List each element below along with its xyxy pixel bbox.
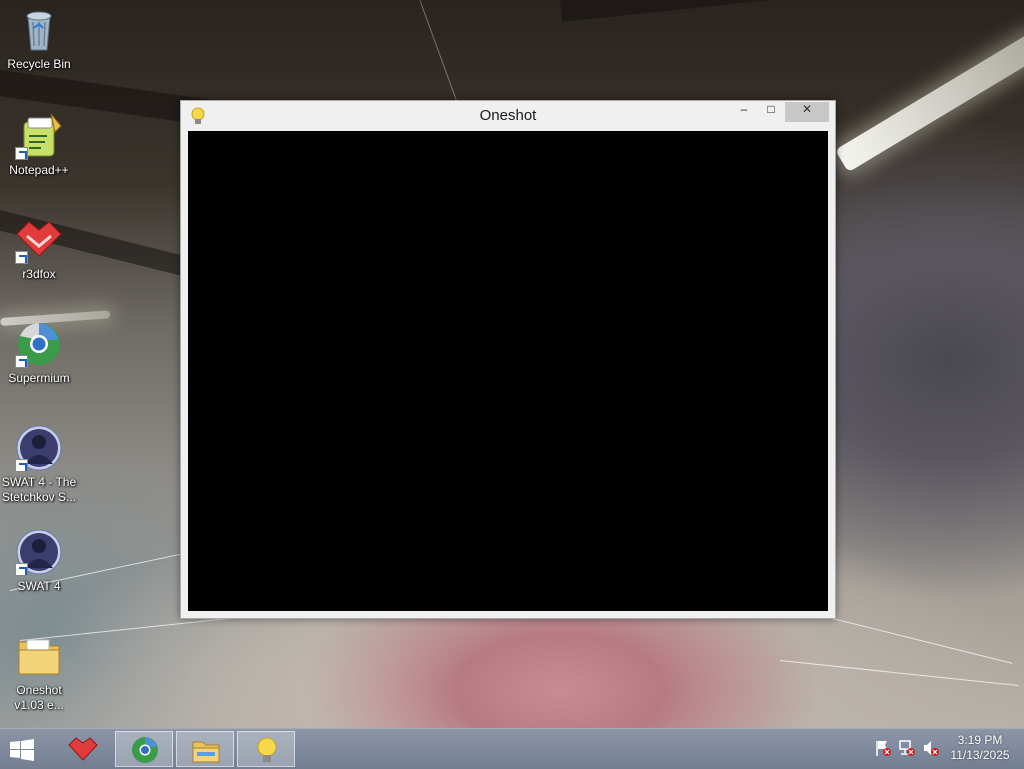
- recycle-bin-icon: [15, 6, 63, 54]
- folder-icon: [15, 632, 63, 680]
- desktop-icon-recycle-bin[interactable]: Recycle Bin: [0, 6, 78, 72]
- shortcut-arrow-icon: [15, 563, 28, 576]
- desktop-icon-supermium[interactable]: Supermium: [0, 320, 78, 386]
- network-icon[interactable]: [898, 739, 916, 757]
- supermium-icon: [130, 736, 160, 764]
- clock-time: 3:19 PM: [957, 733, 1003, 747]
- desktop-icon-label: SWAT 4: [17, 579, 61, 593]
- action-center-flag-icon[interactable]: [874, 739, 892, 757]
- supermium-icon: [15, 320, 63, 368]
- r3dfox-icon: [68, 735, 98, 763]
- lightbulb-icon: [252, 736, 282, 764]
- taskbar-button-supermium[interactable]: [115, 731, 173, 767]
- wallpaper-whisker: [779, 660, 1019, 687]
- start-button[interactable]: [6, 738, 38, 762]
- windows-logo-icon: [10, 739, 34, 761]
- maximize-button[interactable]: □: [758, 102, 784, 122]
- shortcut-arrow-icon: [15, 355, 28, 368]
- taskbar-clock[interactable]: 3:19 PM 11/13/2025: [944, 733, 1016, 763]
- r3dfox-icon: [15, 216, 63, 264]
- shortcut-arrow-icon: [15, 251, 28, 264]
- taskbar-button-file-explorer[interactable]: [176, 731, 234, 767]
- game-canvas[interactable]: [188, 131, 828, 611]
- wallpaper-light: [835, 31, 1024, 173]
- desktop-icon-label: SWAT 4 - The Stetchkov S...: [1, 475, 77, 504]
- wallpaper-beam: [560, 0, 1020, 22]
- shortcut-arrow-icon: [15, 147, 28, 160]
- desktop-icon-r3dfox[interactable]: r3dfox: [0, 216, 78, 282]
- close-button[interactable]: ✕: [785, 102, 829, 122]
- notepad-plus-plus-icon: [15, 112, 63, 160]
- desktop-icon-notepad-plus-plus[interactable]: Notepad++: [0, 112, 78, 178]
- desktop-icon-label: Oneshot v1.03 e...: [14, 683, 64, 712]
- clock-date: 11/13/2025: [950, 748, 1010, 762]
- oneshot-window[interactable]: Oneshot – □ ✕: [180, 100, 836, 619]
- swat4-icon: [15, 528, 63, 576]
- desktop-icon-swat4[interactable]: SWAT 4: [0, 528, 78, 594]
- taskbar: 3:19 PM 11/13/2025: [0, 728, 1024, 769]
- desktop-icon-label: Supermium: [8, 371, 70, 385]
- desktop-icon-label: r3dfox: [22, 267, 56, 281]
- volume-muted-icon[interactable]: [922, 739, 940, 757]
- desktop-icon-label: Notepad++: [9, 163, 69, 177]
- swat4-icon: [15, 424, 63, 472]
- desktop-icon-label: Recycle Bin: [7, 57, 71, 71]
- minimize-button[interactable]: –: [731, 102, 757, 122]
- shortcut-arrow-icon: [15, 459, 28, 472]
- window-titlebar[interactable]: Oneshot – □ ✕: [181, 101, 835, 131]
- desktop-icon-swat4-stetchkov[interactable]: SWAT 4 - The Stetchkov S...: [0, 424, 78, 505]
- taskbar-button-r3dfox[interactable]: [54, 731, 112, 767]
- desktop-icon-oneshot-folder[interactable]: Oneshot v1.03 e...: [0, 632, 78, 713]
- file-explorer-icon: [191, 736, 221, 764]
- taskbar-button-oneshot[interactable]: [237, 731, 295, 767]
